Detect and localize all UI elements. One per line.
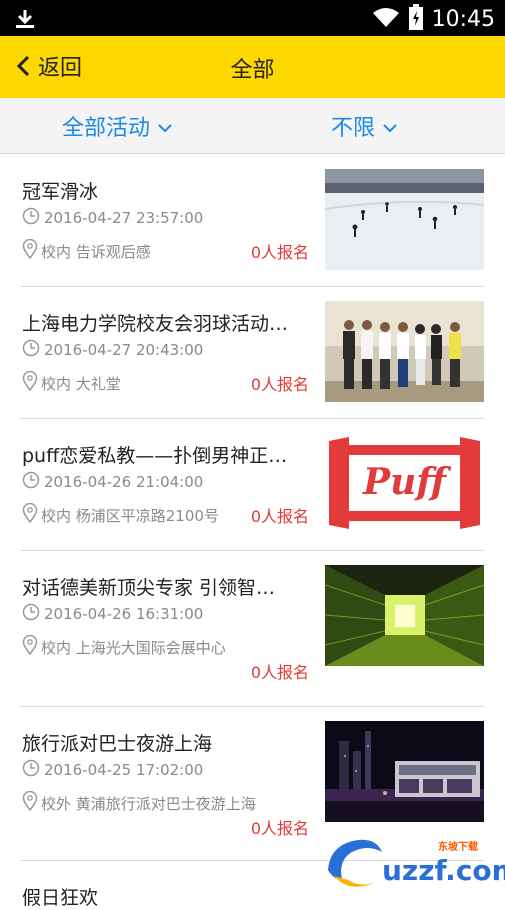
status-bar: 10:45 [0, 0, 505, 36]
event-location: 校内 上海光大国际会展中心 [41, 638, 226, 657]
event-time-row: 2016-04-26 21:04:00 [22, 471, 203, 493]
chevron-down-icon [383, 114, 397, 139]
event-time-row: 2016-04-25 17:02:00 [22, 759, 203, 781]
event-location: 校内 告诉观后感 [41, 242, 151, 261]
app-header: 返回 全部 [0, 36, 505, 98]
event-item[interactable]: 对话德美新顶尖专家 引领智… 2016-04-26 16:31:00 校内 上海… [0, 551, 505, 707]
location-pin-icon [22, 370, 38, 395]
clock-icon [22, 759, 40, 781]
signup-count: 0人报名 [250, 663, 309, 682]
event-title: 上海电力学院校友会羽球活动… [22, 313, 289, 335]
event-location-row: 校内 告诉观后感 [22, 238, 151, 263]
watermark-small-text: 东坡下载 [438, 842, 478, 853]
puff-logo-text: Puff [363, 461, 447, 503]
event-location-row: 校内 上海光大国际会展中心 [22, 634, 226, 659]
event-time-row: 2016-04-26 16:31:00 [22, 603, 203, 625]
location-pin-icon [22, 238, 38, 263]
event-time: 2016-04-27 23:57:00 [44, 209, 204, 227]
signup-count: 0人报名 [250, 243, 309, 262]
event-location-row: 校内 大礼堂 [22, 370, 121, 395]
event-time: 2016-04-26 16:31:00 [44, 605, 204, 623]
event-time-row: 2016-04-27 23:57:00 [22, 207, 203, 229]
site-watermark: 东坡下载 uzzf.com [320, 830, 505, 900]
event-item[interactable]: 上海电力学院校友会羽球活动… 2016-04-27 20:43:00 校内 大礼… [0, 287, 505, 419]
event-location: 校内 大礼堂 [41, 374, 121, 393]
event-title: 旅行派对巴士夜游上海 [22, 733, 213, 755]
download-icon [14, 8, 36, 34]
event-thumbnail [325, 169, 484, 270]
signup-count: 0人报名 [250, 507, 309, 526]
wifi-icon [372, 6, 400, 32]
chevron-down-icon [158, 114, 172, 139]
clock-icon [22, 603, 40, 625]
event-title: 冠军滑冰 [22, 181, 99, 203]
event-thumbnail [325, 721, 484, 822]
event-title: 假日狂欢 [22, 887, 99, 909]
event-item[interactable]: 冠军滑冰 2016-04-27 23:57:00 校内 告诉观后感 0人报名 [0, 155, 505, 287]
signup-count: 0人报名 [250, 819, 309, 838]
event-location-row: 校内 杨浦区平凉路2100号 [22, 502, 219, 527]
event-time: 2016-04-25 17:02:00 [44, 761, 204, 779]
status-time: 10:45 [431, 6, 495, 32]
location-pin-icon [22, 634, 38, 659]
range-filter-dropdown[interactable]: 不限 [331, 110, 397, 142]
event-time: 2016-04-26 21:04:00 [44, 473, 204, 491]
event-thumbnail [325, 565, 484, 666]
event-time-row: 2016-04-27 20:43:00 [22, 339, 203, 361]
event-location-row: 校外 黄浦旅行派对巴士夜游上海 [22, 790, 256, 815]
event-location: 校内 杨浦区平凉路2100号 [41, 506, 219, 525]
signup-count: 0人报名 [250, 375, 309, 394]
watermark-text: uzzf.com [382, 854, 505, 887]
page-title: 全部 [230, 58, 275, 83]
location-pin-icon [22, 502, 38, 527]
event-location: 校外 黄浦旅行派对巴士夜游上海 [41, 794, 256, 813]
range-filter-label: 不限 [331, 116, 376, 141]
clock-icon [22, 207, 40, 229]
event-item[interactable]: puff恋爱私教——扑倒男神正… 2016-04-26 21:04:00 校内 … [0, 419, 505, 551]
event-thumbnail: Puff [325, 433, 484, 534]
clock-icon [22, 339, 40, 361]
event-time: 2016-04-27 20:43:00 [44, 341, 204, 359]
category-filter-dropdown[interactable]: 全部活动 [62, 110, 172, 142]
clock-icon [22, 471, 40, 493]
filter-bar: 全部活动 不限 [0, 98, 505, 154]
category-filter-label: 全部活动 [62, 116, 151, 141]
event-title: puff恋爱私教——扑倒男神正… [22, 445, 288, 467]
location-pin-icon [22, 790, 38, 815]
watermark-logo-icon [328, 839, 382, 887]
event-thumbnail [325, 301, 484, 402]
battery-icon [408, 4, 424, 34]
event-title: 对话德美新顶尖专家 引领智… [22, 577, 276, 599]
